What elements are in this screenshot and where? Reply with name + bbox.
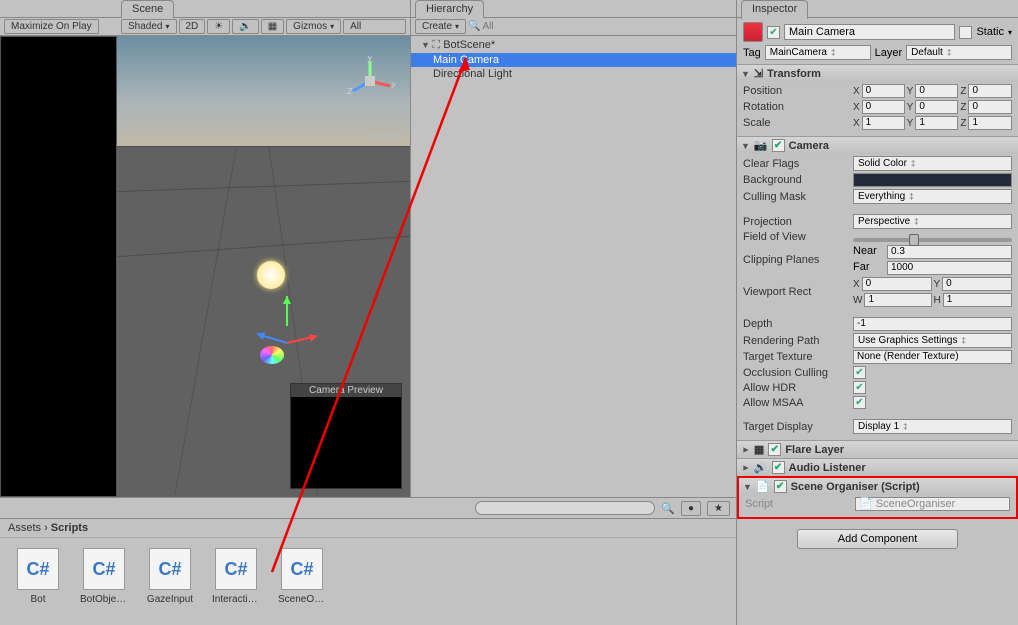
tag-dropdown[interactable]: MainCamera bbox=[765, 45, 871, 60]
target-texture-field[interactable]: None (Render Texture) bbox=[853, 350, 1012, 364]
viewport-w-field[interactable]: 1 bbox=[864, 293, 931, 307]
hierarchy-panel: Hierarchy Create 🔍 All ▼ ⛶ BotScene* Mai… bbox=[410, 0, 736, 497]
inspector-panel: Inspector Main Camera Static ▾ Tag MainC… bbox=[736, 0, 1018, 625]
allow-hdr-checkbox[interactable] bbox=[853, 381, 866, 394]
search-icon: 🔍 bbox=[661, 502, 675, 515]
scene-search[interactable]: All bbox=[343, 19, 406, 34]
component-audio-listener: ▼🔊Audio Listener bbox=[737, 458, 1018, 476]
orientation-gizmo[interactable]: y x z bbox=[345, 56, 395, 106]
asset-interactions[interactable]: C#Interactions bbox=[212, 548, 260, 605]
culling-mask-dropdown[interactable]: Everything bbox=[853, 189, 1012, 204]
component-flare-layer: ▼▦Flare Layer bbox=[737, 440, 1018, 458]
scene-audio-toggle[interactable]: 🔊 bbox=[232, 19, 258, 34]
tag-label: Tag bbox=[743, 47, 761, 59]
audio-listener-enabled-checkbox[interactable] bbox=[772, 461, 785, 474]
clear-flags-dropdown[interactable]: Solid Color bbox=[853, 156, 1012, 171]
scale-z-field[interactable]: 1 bbox=[968, 116, 1012, 130]
rot-x-field[interactable]: 0 bbox=[862, 100, 905, 114]
component-camera: ▼📷Camera Clear FlagsSolid Color Backgrou… bbox=[737, 136, 1018, 440]
audio-listener-header[interactable]: ▼🔊Audio Listener bbox=[737, 459, 1018, 476]
asset-gazeinput[interactable]: C#GazeInput bbox=[146, 548, 194, 605]
occlusion-culling-checkbox[interactable] bbox=[853, 366, 866, 379]
scene-2d-toggle[interactable]: 2D bbox=[179, 19, 206, 34]
shading-mode-dropdown[interactable]: Shaded bbox=[121, 19, 177, 34]
asset-botobjects[interactable]: C#BotObjects bbox=[80, 548, 128, 605]
tab-hierarchy[interactable]: Hierarchy bbox=[415, 0, 484, 19]
near-clip-field[interactable]: 0.3 bbox=[887, 245, 1012, 259]
gizmos-dropdown[interactable]: Gizmos bbox=[286, 19, 341, 34]
asset-grid: C#Bot C#BotObjects C#GazeInput C#Interac… bbox=[0, 538, 736, 615]
viewport-h-field[interactable]: 1 bbox=[943, 293, 1012, 307]
projection-dropdown[interactable]: Perspective bbox=[853, 214, 1012, 229]
game-panel: Maximize On Play bbox=[0, 0, 117, 497]
game-view bbox=[0, 36, 117, 497]
asset-sceneorganiser[interactable]: C#SceneOrga... bbox=[278, 548, 326, 605]
hierarchy-search[interactable]: 🔍 All bbox=[468, 21, 732, 32]
tab-inspector[interactable]: Inspector bbox=[741, 0, 808, 19]
highlight-annotation: ▼📄Scene Organiser (Script) Script📄 Scene… bbox=[737, 476, 1018, 519]
flare-enabled-checkbox[interactable] bbox=[768, 443, 781, 456]
script-field[interactable]: 📄 SceneOrganiser bbox=[855, 497, 1010, 511]
rendering-path-dropdown[interactable]: Use Graphics Settings bbox=[853, 333, 1012, 348]
hierarchy-create-dropdown[interactable]: Create bbox=[415, 19, 466, 34]
scene-view[interactable]: ‹Persp y x z bbox=[117, 36, 410, 497]
flare-layer-header[interactable]: ▼▦Flare Layer bbox=[737, 441, 1018, 458]
layer-dropdown[interactable]: Default bbox=[906, 45, 1012, 60]
pos-y-field[interactable]: 0 bbox=[915, 84, 958, 98]
pos-z-field[interactable]: 0 bbox=[968, 84, 1012, 98]
scene-organiser-enabled-checkbox[interactable] bbox=[774, 480, 787, 493]
viewport-y-field[interactable]: 0 bbox=[942, 277, 1012, 291]
hierarchy-item-main-camera[interactable]: Main Camera bbox=[411, 53, 736, 67]
svg-text:y: y bbox=[367, 56, 373, 63]
background-color-field[interactable] bbox=[853, 173, 1012, 187]
rot-y-field[interactable]: 0 bbox=[915, 100, 958, 114]
hierarchy-tree[interactable]: ▼ ⛶ BotScene* Main Camera Directional Li… bbox=[411, 36, 736, 497]
persp-label: ‹Persp bbox=[368, 131, 400, 143]
scale-y-field[interactable]: 1 bbox=[915, 116, 958, 130]
project-panel: 🔍 ● ★ Assets › Scripts C#Bot C#BotObject… bbox=[0, 498, 736, 625]
sun-icon bbox=[257, 261, 285, 289]
layer-label: Layer bbox=[875, 47, 903, 59]
gameobject-enabled-checkbox[interactable] bbox=[767, 26, 780, 39]
gameobject-icon[interactable] bbox=[743, 22, 763, 42]
scene-lighting-toggle[interactable]: ☀ bbox=[207, 19, 230, 34]
maximize-on-play-toggle[interactable]: Maximize On Play bbox=[4, 19, 99, 34]
camera-enabled-checkbox[interactable] bbox=[772, 139, 785, 152]
project-search[interactable] bbox=[475, 501, 655, 515]
camera-preview: Camera Preview bbox=[290, 383, 402, 489]
rot-z-field[interactable]: 0 bbox=[968, 100, 1012, 114]
component-scene-organiser: ▼📄Scene Organiser (Script) Script📄 Scene… bbox=[739, 478, 1016, 517]
transform-header[interactable]: ▼⇲Transform bbox=[737, 65, 1018, 82]
static-label: Static bbox=[976, 26, 1004, 38]
tab-scene[interactable]: Scene bbox=[121, 0, 174, 19]
svg-text:x: x bbox=[391, 79, 395, 91]
scene-panel: Scene Shaded 2D ☀ 🔊 ▦ Gizmos All bbox=[117, 0, 410, 497]
hierarchy-item-directional-light[interactable]: Directional Light bbox=[411, 67, 736, 81]
project-filter-button[interactable]: ● bbox=[681, 501, 701, 516]
scale-x-field[interactable]: 1 bbox=[862, 116, 905, 130]
depth-field[interactable]: -1 bbox=[853, 317, 1012, 331]
hierarchy-scene-row[interactable]: ▼ ⛶ BotScene* bbox=[411, 38, 736, 53]
gameobject-name-field[interactable]: Main Camera bbox=[784, 24, 955, 40]
camera-header[interactable]: ▼📷Camera bbox=[737, 137, 1018, 154]
scene-organiser-header[interactable]: ▼📄Scene Organiser (Script) bbox=[739, 478, 1016, 495]
add-component-button[interactable]: Add Component bbox=[797, 529, 959, 549]
scene-fx-toggle[interactable]: ▦ bbox=[261, 19, 284, 34]
viewport-x-field[interactable]: 0 bbox=[862, 277, 932, 291]
static-checkbox[interactable] bbox=[959, 26, 972, 39]
directional-light-gizmo bbox=[257, 296, 317, 376]
pos-x-field[interactable]: 0 bbox=[862, 84, 905, 98]
fov-slider[interactable] bbox=[853, 238, 1012, 242]
far-clip-field[interactable]: 1000 bbox=[887, 261, 1012, 275]
project-filter-star[interactable]: ★ bbox=[707, 501, 730, 516]
allow-msaa-checkbox[interactable] bbox=[853, 396, 866, 409]
asset-bot[interactable]: C#Bot bbox=[14, 548, 62, 605]
camera-gizmo-icon bbox=[260, 346, 284, 364]
component-transform: ▼⇲Transform Position X0 Y0 Z0 Rotation X… bbox=[737, 64, 1018, 136]
game-tabbar bbox=[0, 0, 117, 18]
svg-text:z: z bbox=[347, 85, 353, 97]
breadcrumb[interactable]: Assets › Scripts bbox=[0, 519, 736, 538]
target-display-dropdown[interactable]: Display 1 bbox=[853, 419, 1012, 434]
